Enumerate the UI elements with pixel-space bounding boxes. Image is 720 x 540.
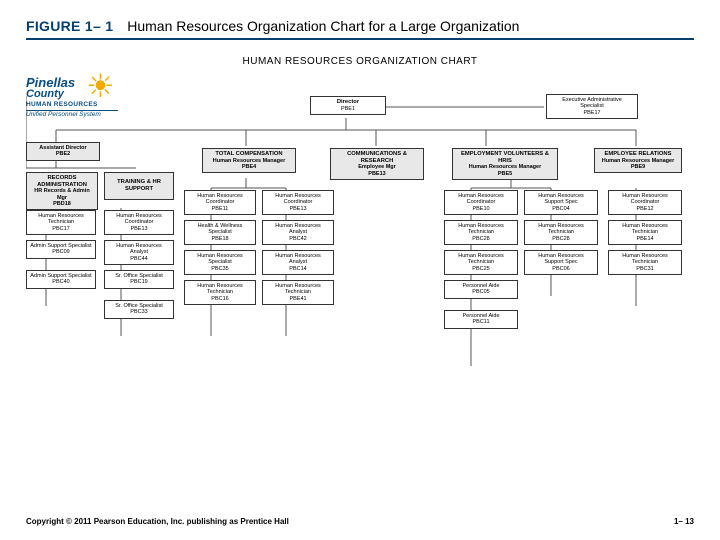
box-training-3: Sr. Office SpecialistPBC33 (104, 300, 174, 319)
div-totalcomp: TOTAL COMPENSATION Human Resources Manag… (202, 148, 296, 173)
node-exec-admin: Executive Administrative Specialist PBE1… (546, 94, 638, 119)
footer: Copyright © 2011 Pearson Education, Inc.… (26, 517, 694, 526)
page-number: 1– 13 (674, 517, 694, 526)
node-director: Director PBE1 (310, 96, 386, 115)
box-empb-1: Human Resources TechnicianPBC28 (524, 220, 598, 245)
div-communications: COMMUNICATIONS & RESEARCH Employee Mgr P… (330, 148, 424, 180)
div-employment: EMPLOYMENT VOLUNTEERS & HRIS Human Resou… (452, 148, 558, 180)
box-rel-0: Human Resources CoordinatorPBE12 (608, 190, 682, 215)
box-emp-2: Human Resources TechnicianPBC25 (444, 250, 518, 275)
div-employee-relations: EMPLOYEE RELATIONS Human Resources Manag… (594, 148, 682, 173)
pinellas-logo: ☀ Pinellas County HUMAN RESOURCES Unifie… (26, 76, 118, 118)
box-tc-b-2: Human Resources AnalystPBC14 (262, 250, 334, 275)
box-records-0: Human Resources TechnicianPBC17 (26, 210, 96, 235)
box-rel-1: Human Resources TechnicianPBE14 (608, 220, 682, 245)
box-records-1: Admin Support SpecialistPBC09 (26, 240, 96, 259)
box-training-2: Sr. Office SpecialistPBC19 (104, 270, 174, 289)
box-training-1: Human Resources AnalystPBC44 (104, 240, 174, 265)
copyright: Copyright © 2011 Pearson Education, Inc.… (26, 517, 289, 526)
box-tc-a-2: Human Resources SpecialistPBC35 (184, 250, 256, 275)
box-emp-0: Human Resources CoordinatorPBE10 (444, 190, 518, 215)
box-rel-2: Human Resources TechnicianPBC31 (608, 250, 682, 275)
box-tc-a-0: Human Resources CoordinatorPBE11 (184, 190, 256, 215)
sun-icon: ☀ (86, 70, 115, 102)
box-emp-1: Human Resources TechnicianPBC28 (444, 220, 518, 245)
box-empb-0: Human Resources Support SpecPBC04 (524, 190, 598, 215)
box-tc-b-1: Human Resources AnalystPBC42 (262, 220, 334, 245)
chart-heading: HUMAN RESOURCES ORGANIZATION CHART (26, 56, 694, 67)
figure-number: FIGURE 1– 1 (26, 18, 113, 34)
box-emp-4: Personnel AidePBC11 (444, 310, 518, 329)
figure-title-bar: FIGURE 1– 1 Human Resources Organization… (26, 18, 694, 40)
box-tc-b-0: Human Resources CoordinatorPBE13 (262, 190, 334, 215)
box-records-2: Admin Support SpecialistPBC40 (26, 270, 96, 289)
box-emp-3: Personnel AidePBC05 (444, 280, 518, 299)
div-records: RECORDS ADMINISTRATION HR Records & Admi… (26, 172, 98, 210)
box-empb-2: Human Resources Support SpecPBC06 (524, 250, 598, 275)
figure-title: Human Resources Organization Chart for a… (127, 18, 519, 34)
box-tc-a-3: Human Resources TechnicianPBC16 (184, 280, 256, 305)
box-training-0: Human Resources CoordinatorPBE13 (104, 210, 174, 235)
node-asst-director: Assistant Director PBE2 (26, 142, 100, 161)
div-training: TRAINING & HR SUPPORT (104, 172, 174, 200)
box-tc-b-3: Human Resources TechnicianPBE41 (262, 280, 334, 305)
box-tc-a-1: Health & Wellness SpecialistPBE18 (184, 220, 256, 245)
